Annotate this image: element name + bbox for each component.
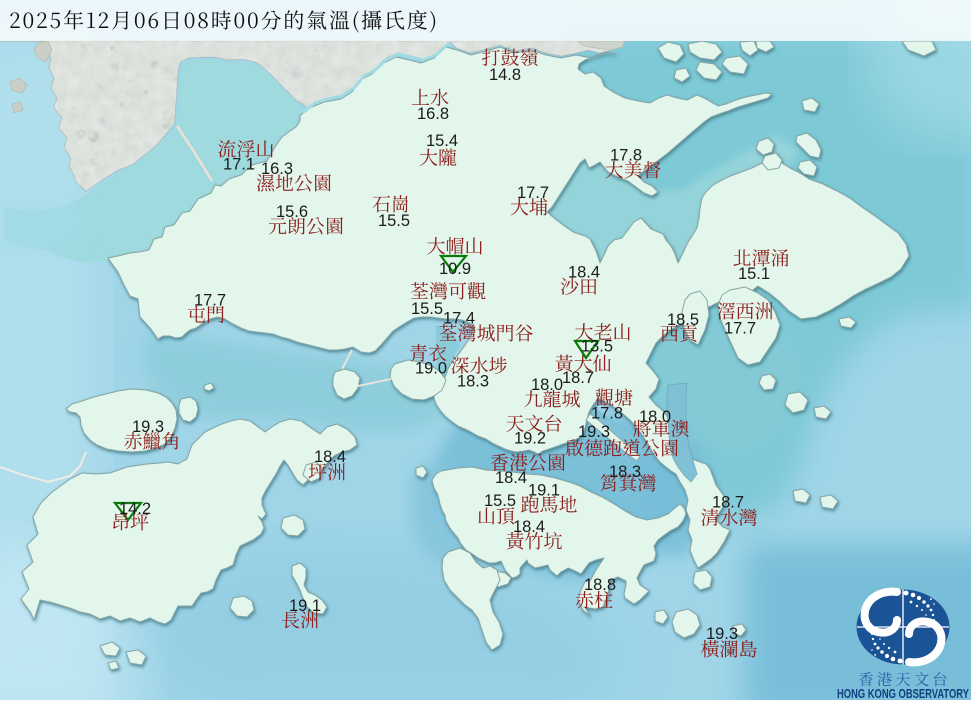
svg-text:19.2: 19.2 bbox=[514, 430, 546, 448]
svg-text:13.5: 13.5 bbox=[581, 338, 613, 356]
svg-text:17.7: 17.7 bbox=[194, 292, 226, 310]
svg-text:10.9: 10.9 bbox=[439, 260, 471, 278]
svg-text:HONG KONG OBSERVATORY: HONG KONG OBSERVATORY bbox=[837, 686, 969, 700]
svg-text:18.4: 18.4 bbox=[513, 518, 545, 536]
svg-text:18.7: 18.7 bbox=[712, 494, 744, 512]
svg-text:16.8: 16.8 bbox=[417, 105, 449, 123]
svg-text:17.7: 17.7 bbox=[724, 320, 756, 338]
svg-text:16.3: 16.3 bbox=[261, 160, 293, 178]
svg-text:18.4: 18.4 bbox=[314, 448, 346, 466]
svg-text:15.5: 15.5 bbox=[378, 212, 410, 230]
svg-text:19.1: 19.1 bbox=[289, 597, 321, 615]
svg-text:19.3: 19.3 bbox=[132, 418, 164, 436]
svg-text:18.3: 18.3 bbox=[457, 373, 489, 391]
svg-text:18.3: 18.3 bbox=[609, 463, 641, 481]
svg-text:17.8: 17.8 bbox=[610, 147, 642, 165]
svg-text:18.4: 18.4 bbox=[568, 264, 600, 282]
svg-text:15.4: 15.4 bbox=[426, 132, 458, 150]
svg-text:17.7: 17.7 bbox=[517, 184, 549, 202]
svg-text:14.2: 14.2 bbox=[119, 500, 151, 518]
svg-text:15.5: 15.5 bbox=[411, 300, 443, 318]
svg-text:17.4: 17.4 bbox=[443, 310, 475, 328]
svg-text:19.3: 19.3 bbox=[706, 625, 738, 643]
svg-text:18.7: 18.7 bbox=[562, 369, 594, 387]
svg-text:15.5: 15.5 bbox=[484, 492, 516, 510]
svg-text:15.6: 15.6 bbox=[276, 203, 308, 221]
svg-text:18.4: 18.4 bbox=[495, 469, 527, 487]
svg-text:19.1: 19.1 bbox=[528, 482, 560, 500]
svg-text:18.5: 18.5 bbox=[667, 311, 699, 329]
svg-text:17.1: 17.1 bbox=[223, 156, 255, 174]
svg-text:14.8: 14.8 bbox=[489, 66, 521, 84]
svg-text:19.3: 19.3 bbox=[578, 423, 610, 441]
svg-text:18.0: 18.0 bbox=[639, 408, 671, 426]
svg-text:19.0: 19.0 bbox=[415, 360, 447, 378]
svg-text:17.8: 17.8 bbox=[591, 405, 623, 423]
svg-text:18.0: 18.0 bbox=[531, 376, 563, 394]
svg-text:15.1: 15.1 bbox=[738, 265, 770, 283]
svg-text:18.8: 18.8 bbox=[584, 576, 616, 594]
